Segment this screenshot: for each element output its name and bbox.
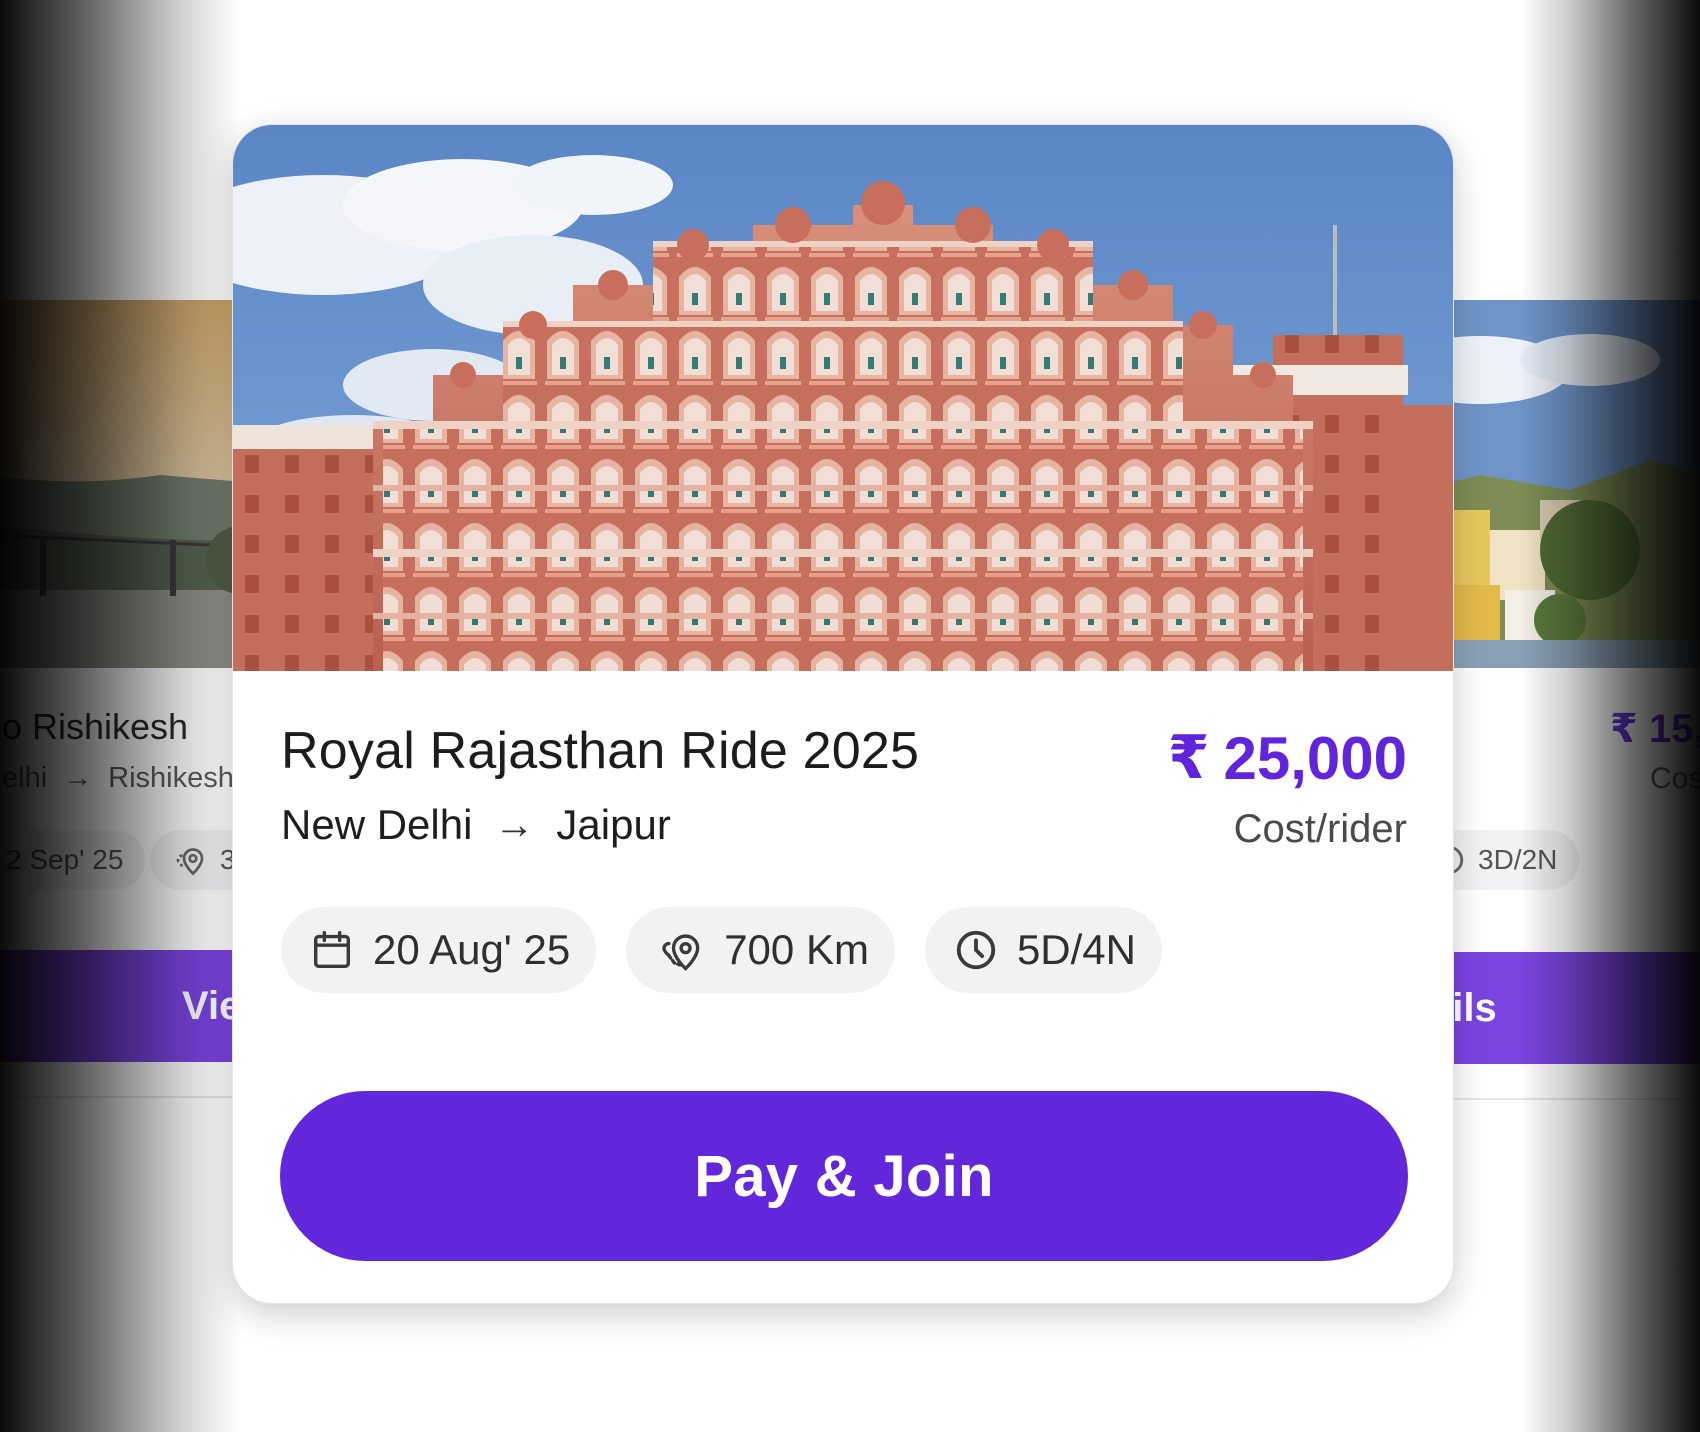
rupee-symbol: ₹ <box>1167 724 1210 791</box>
date-chip: 2 Sep' 25 <box>0 830 146 890</box>
route-pin-icon <box>176 848 204 876</box>
trip-price: ₹ 15, <box>1610 707 1700 751</box>
distance-label: 700 Km <box>724 926 869 973</box>
date-label: 2 Sep' 25 <box>6 844 124 875</box>
duration-label: 5D/4N <box>1016 926 1137 973</box>
arrow-right-icon: → <box>63 762 93 794</box>
duration-label: 3D/2N <box>1478 844 1558 875</box>
trip-image-town <box>1420 300 1700 668</box>
trip-route: New Delhi → Jaipur <box>281 801 671 849</box>
trip-carousel: o Rishikesh elhi → Rishikesh 2 Sep' 25 3… <box>0 0 1700 1432</box>
date-label: 20 Aug' 25 <box>373 926 571 973</box>
duration-chip: 5D/4N <box>924 907 1163 993</box>
cost-label: Cos <box>1650 762 1700 795</box>
trip-info-chips: 20 Aug' 25 700 Km 5D/4N <box>281 907 1163 993</box>
trip-price: ₹ 25,000 <box>1168 723 1407 793</box>
distance-chip: 700 Km <box>626 907 895 993</box>
divider <box>1420 1098 1700 1100</box>
pay-and-join-button[interactable]: Pay & Join <box>280 1091 1408 1261</box>
price-amount: 25,000 <box>1223 724 1407 792</box>
route-pin-icon <box>662 934 700 971</box>
route-origin: New Delhi <box>281 801 473 848</box>
trip-route: elhi → Rishikesh <box>2 762 234 795</box>
clock-icon <box>956 930 996 970</box>
route-destination: Rishikesh <box>108 762 234 794</box>
trip-image-hawa-mahal <box>233 125 1453 671</box>
calendar-icon <box>313 931 351 969</box>
view-details-button[interactable]: ails <box>1420 952 1700 1064</box>
date-chip: 20 Aug' 25 <box>281 907 597 993</box>
trip-card[interactable]: Royal Rajasthan Ride 2025 New Delhi → Ja… <box>232 124 1454 1304</box>
arrow-right-icon: → <box>494 802 535 847</box>
trip-title: Royal Rajasthan Ride 2025 <box>281 722 920 780</box>
route-destination: Jaipur <box>556 801 671 848</box>
cost-per-rider-label: Cost/rider <box>1233 807 1407 851</box>
route-origin: elhi <box>2 762 48 794</box>
trip-card-next[interactable]: ₹ 15, Cos 3D/2N ails <box>1420 300 1700 1100</box>
trip-title: o Rishikesh <box>2 706 189 747</box>
